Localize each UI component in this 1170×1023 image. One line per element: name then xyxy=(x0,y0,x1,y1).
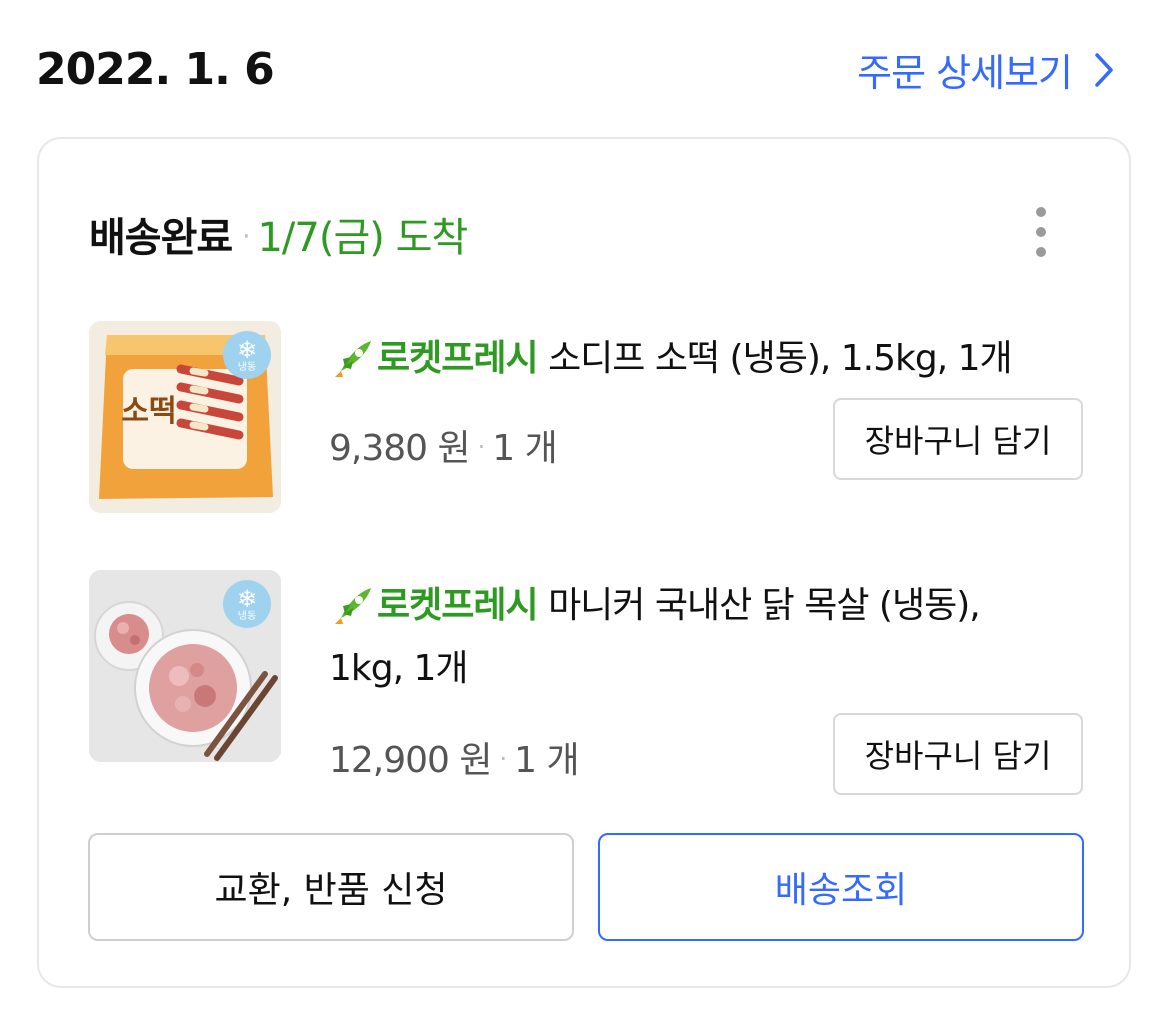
delivery-status: 배송완료 · 1/7(금) 도착 xyxy=(89,205,468,263)
snowflake-icon: ❄ xyxy=(236,335,258,364)
product-image-chicken-neck[interactable]: ❄ 냉동 xyxy=(89,570,281,762)
frozen-label: 냉동 xyxy=(237,610,257,622)
snowflake-icon: ❄ xyxy=(236,584,258,613)
product-title[interactable]: 로켓프레시 소디프 소떡 (냉동), 1.5kg, 1개 xyxy=(329,327,1049,390)
frozen-badge: ❄ 냉동 xyxy=(223,580,271,628)
chevron-right-icon xyxy=(1095,52,1113,87)
exchange-return-button[interactable]: 교환, 반품 신청 xyxy=(88,833,574,941)
product-price: 12,900 원 xyxy=(329,740,493,781)
frozen-label: 냉동 xyxy=(237,361,257,373)
product-qty: 1 개 xyxy=(514,740,579,781)
add-to-cart-button[interactable]: 장바구니 담기 xyxy=(833,713,1083,795)
order-date: 2022. 1. 6 xyxy=(36,44,275,95)
rocket-icon xyxy=(329,337,375,383)
track-delivery-button[interactable]: 배송조회 xyxy=(598,833,1084,941)
product-title[interactable]: 로켓프레시 마니커 국내산 닭 목살 (냉동), 1kg, 1개 xyxy=(329,574,1049,700)
product-price: 9,380 원 xyxy=(329,428,471,469)
price-qty: 9,380 원 · 1 개 xyxy=(329,428,558,469)
order-card: 배송완료 · 1/7(금) 도착 소떡 ❄ 냉동 로켓프레시 소디프 소떡 (냉… xyxy=(37,137,1131,988)
order-detail-label: 주문 상세보기 xyxy=(857,51,1073,95)
order-detail-link[interactable]: 주문 상세보기 xyxy=(857,42,1114,97)
frozen-badge: ❄ 냉동 xyxy=(223,331,271,379)
product-qty: 1 개 xyxy=(492,428,557,469)
product-name: 소디프 소떡 (냉동), 1.5kg, 1개 xyxy=(548,338,1013,379)
more-options-icon[interactable] xyxy=(1029,207,1053,257)
product-image-sotteok[interactable]: 소떡 ❄ 냉동 xyxy=(89,321,281,513)
add-to-cart-button[interactable]: 장바구니 담기 xyxy=(833,398,1083,480)
product-name: 마니커 국내산 닭 목살 (냉동), xyxy=(548,585,981,626)
product-name-line2: 1kg, 1개 xyxy=(329,648,469,689)
delivery-status-label: 배송완료 xyxy=(89,215,233,261)
rocket-icon xyxy=(329,584,375,630)
rocket-fresh-badge: 로켓프레시 xyxy=(377,338,539,379)
price-qty: 12,900 원 · 1 개 xyxy=(329,740,580,781)
status-separator: · xyxy=(242,222,250,252)
package-name: 소떡 xyxy=(121,394,176,429)
rocket-fresh-badge: 로켓프레시 xyxy=(377,585,539,626)
delivery-eta: 1/7(금) 도착 xyxy=(257,215,468,261)
